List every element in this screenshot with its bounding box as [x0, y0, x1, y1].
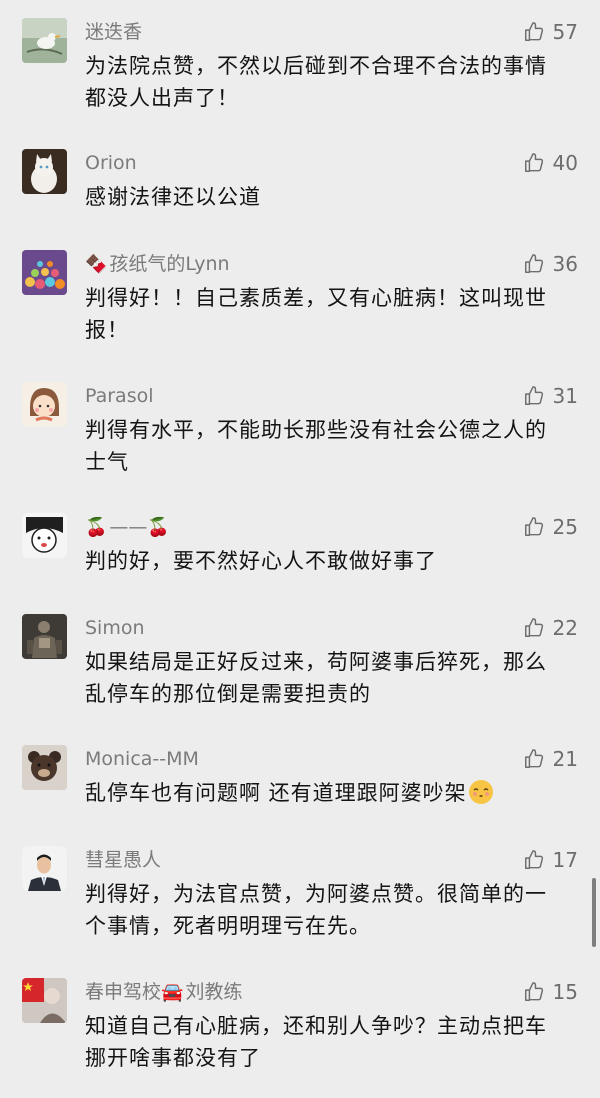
- comment-author-name: 孩纸气的Lynn: [109, 253, 230, 275]
- comment-item: 彗星愚人 17 判得好，为法官点赞，为阿婆点赞。很简单的一个事情，死者明明理亏在…: [0, 846, 600, 966]
- comment-author-name: Orion: [85, 152, 137, 174]
- comment-author[interactable]: 彗星愚人: [85, 846, 161, 874]
- comment-author[interactable]: Orion: [85, 149, 137, 177]
- like-button[interactable]: 36: [523, 250, 578, 278]
- comment-text: 判得好，为法官点赞，为阿婆点赞。很简单的一个事情，死者明明理亏在先。: [85, 882, 547, 938]
- thumbs-up-icon: [524, 153, 543, 172]
- avatar[interactable]: [22, 745, 67, 790]
- like-button[interactable]: 17: [523, 846, 578, 874]
- comment-text: 为法院点赞，不然以后碰到不合理不合法的事情都没人出声了！: [85, 54, 547, 110]
- thumbs-up-icon: [524, 386, 543, 405]
- comment-text: 判得好！！自己素质差，又有心脏病！这叫现世报！: [85, 286, 547, 342]
- like-button[interactable]: 21: [523, 745, 578, 773]
- cartoon-girl-avatar-icon: [22, 382, 67, 427]
- armored-figure-avatar-icon: [22, 614, 67, 659]
- comment-text: 知道自己有心脏病，还和别人争吵？主动点把车挪开啥事都没有了: [85, 1014, 547, 1070]
- cherry-emoji-icon: 🍒: [85, 517, 108, 538]
- thumbs-up-icon: [524, 850, 543, 869]
- comment-author-name: Monica--MM: [85, 748, 199, 770]
- avatar[interactable]: [22, 250, 67, 295]
- comment-author-name: 彗星愚人: [85, 849, 162, 871]
- comment-author[interactable]: 🍫 孩纸气的Lynn: [85, 250, 230, 278]
- like-count: 22: [552, 616, 578, 640]
- bird-on-branch-avatar-icon: [22, 18, 67, 63]
- like-count: 17: [552, 848, 578, 872]
- thumbs-up-icon: [524, 22, 543, 41]
- thumbs-up-icon: [524, 254, 543, 273]
- comment-author[interactable]: Simon: [85, 614, 145, 642]
- kissing-face-emoji-icon: [468, 780, 493, 804]
- thumbs-up-icon: [524, 982, 543, 1001]
- comment-text: 乱停车也有问题啊 还有道理跟阿婆吵架: [85, 777, 565, 809]
- scrollbar[interactable]: [592, 878, 596, 947]
- like-count: 57: [552, 20, 578, 44]
- avatar[interactable]: [22, 382, 67, 427]
- colorful-balls-avatar-icon: [22, 250, 67, 295]
- chocolate-emoji-icon: 🍫: [85, 254, 108, 275]
- like-count: 15: [552, 980, 578, 1004]
- thumbs-up-icon: [524, 749, 543, 768]
- avatar[interactable]: [22, 846, 67, 891]
- cherry-emoji-icon: 🍒: [147, 517, 170, 538]
- like-button[interactable]: 25: [523, 513, 578, 541]
- comment-author[interactable]: 春申驾校🚘 刘教练: [85, 978, 242, 1006]
- comment-author[interactable]: Parasol: [85, 382, 154, 410]
- thumbs-up-icon: [524, 618, 543, 637]
- plush-bear-avatar-icon: [22, 745, 67, 790]
- comment-text-body: 乱停车也有问题啊 还有道理跟阿婆吵架: [85, 781, 467, 805]
- cartoon-face-avatar-icon: [22, 513, 67, 558]
- like-button[interactable]: 15: [523, 978, 578, 1006]
- avatar[interactable]: [22, 149, 67, 194]
- comment-author[interactable]: 🍒 ——🍒: [85, 513, 172, 541]
- like-button[interactable]: 31: [523, 382, 578, 410]
- avatar[interactable]: [22, 513, 67, 558]
- comment-text: 感谢法律还以公道: [85, 185, 261, 209]
- thumbs-up-icon: [524, 517, 543, 536]
- like-count: 25: [552, 515, 578, 539]
- car-emoji-icon: 🚘: [161, 982, 184, 1003]
- flag-and-figure-avatar-icon: [22, 978, 67, 1023]
- comment-author[interactable]: 迷迭香: [85, 18, 142, 46]
- like-count: 36: [552, 252, 578, 276]
- like-button[interactable]: 57: [523, 18, 578, 46]
- man-in-suit-avatar-icon: [22, 846, 67, 891]
- like-count: 31: [552, 384, 578, 408]
- comment-author-name: 迷迭香: [85, 21, 143, 43]
- comment-author-prefix: 春申驾校: [85, 981, 162, 1003]
- comment-item: 春申驾校🚘 刘教练 15 知道自己有心脏病，还和别人争吵？主动点把车挪开啥事都没有…: [0, 978, 600, 1098]
- comment-text: 判的好，要不然好心人不敢做好事了: [85, 549, 437, 573]
- comment-author-name: Simon: [85, 617, 145, 639]
- comment-author-name: Parasol: [85, 385, 154, 407]
- like-count: 21: [552, 747, 578, 771]
- like-button[interactable]: 40: [523, 149, 578, 177]
- comment-author-name: 刘教练: [185, 981, 243, 1003]
- comment-item: 迷迭香 57 为法院点赞，不然以后碰到不合理不合法的事情都没人出声了！: [0, 18, 600, 138]
- comment-text: 判得有水平，不能助长那些没有社会公德之人的士气: [85, 418, 547, 474]
- avatar[interactable]: [22, 18, 67, 63]
- white-cat-avatar-icon: [22, 149, 67, 194]
- comment-author[interactable]: Monica--MM: [85, 745, 199, 773]
- comment-item: Simon 22 如果结局是正好反过来，苟阿婆事后猝死，那么乱停车的那位倒是需要…: [0, 614, 600, 734]
- comment-item: 🍫 孩纸气的Lynn 36 判得好！！自己素质差，又有心脏病！这叫现世报！: [0, 250, 600, 370]
- comment-item: Parasol 31 判得有水平，不能助长那些没有社会公德之人的士气: [0, 382, 600, 502]
- avatar[interactable]: [22, 614, 67, 659]
- comment-text: 如果结局是正好反过来，苟阿婆事后猝死，那么乱停车的那位倒是需要担责的: [85, 650, 547, 706]
- comment-author-name: ——: [109, 516, 148, 538]
- like-count: 40: [552, 151, 578, 175]
- like-button[interactable]: 22: [523, 614, 578, 642]
- avatar[interactable]: [22, 978, 67, 1023]
